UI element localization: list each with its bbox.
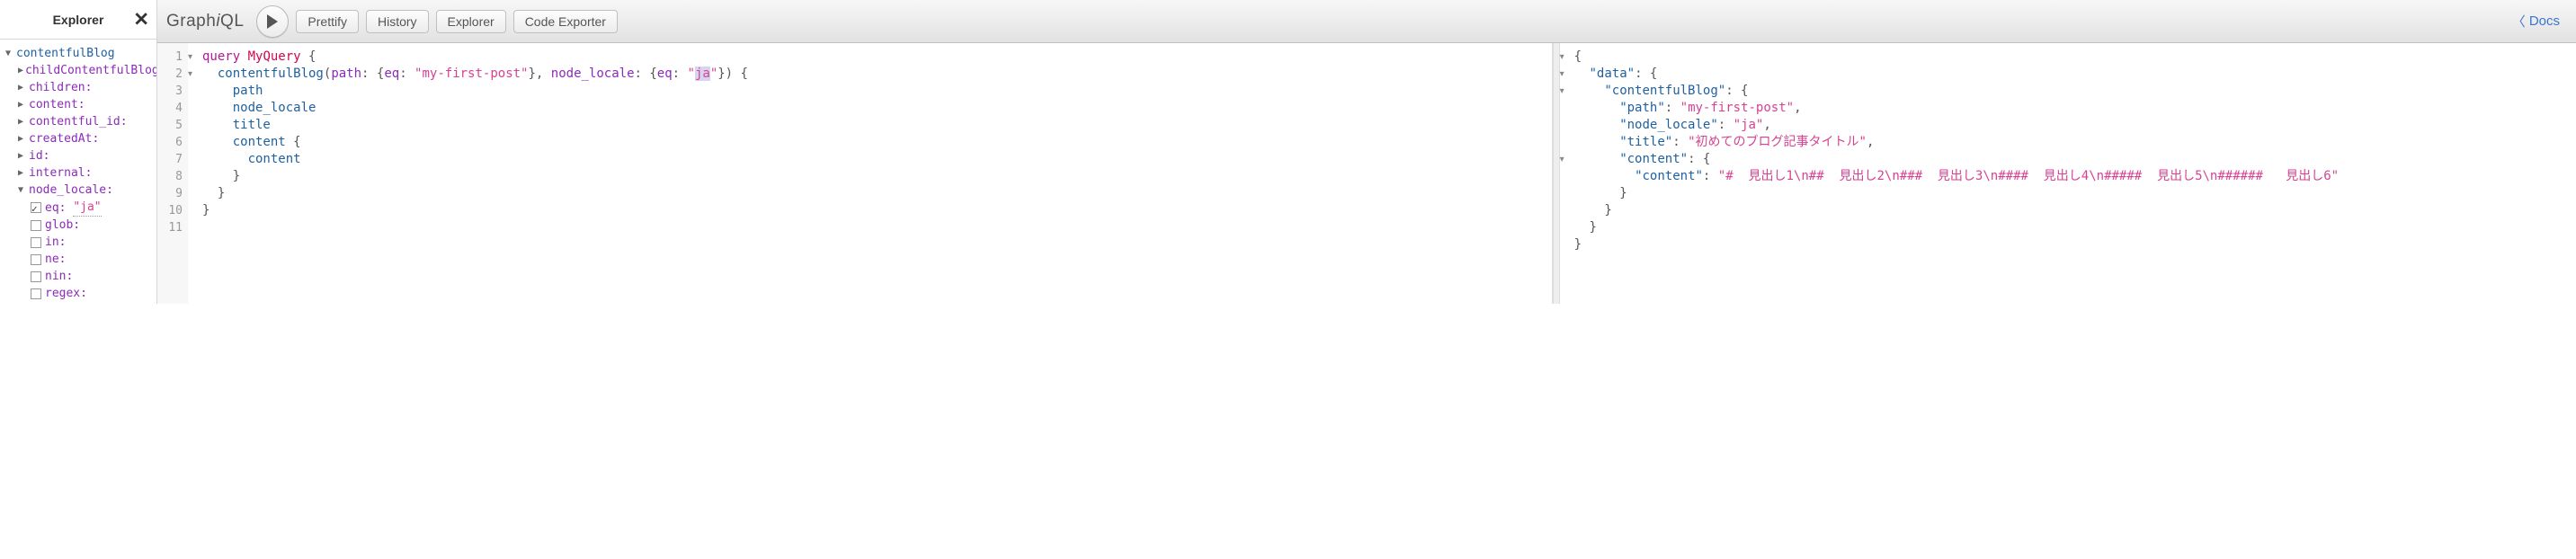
- explorer-panel: Explorer ✕ ▼ contentfulBlog ▶childConten…: [0, 0, 157, 304]
- tree-root[interactable]: ▼ contentfulBlog: [5, 45, 153, 62]
- main-area: GraphiQL Prettify History Explorer Code …: [157, 0, 2576, 304]
- execute-button[interactable]: [256, 5, 289, 38]
- tree-label: eq:: [45, 200, 66, 217]
- tree-label: node_locale: [29, 182, 106, 199]
- fold-marker[interactable]: ▾: [188, 49, 199, 66]
- result-fold-gutter: ▾ ▾ ▾ ▾: [1560, 43, 1571, 304]
- chevron-right-icon: ▶: [18, 147, 27, 164]
- fold-marker[interactable]: ▾: [1560, 66, 1571, 83]
- result-viewer: ▾ ▾ ▾ ▾ { "data": { "contentfulBlog": { …: [1560, 43, 2576, 304]
- chevron-right-icon: ▶: [18, 130, 27, 147]
- chevron-left-icon: 〈: [2512, 12, 2526, 31]
- tree-filter-ne[interactable]: ne:: [5, 251, 153, 268]
- explorer-tree: ▼ contentfulBlog ▶childContentfulBlogCon…: [0, 40, 156, 304]
- query-code[interactable]: query MyQuery { contentfulBlog(path: {eq…: [199, 43, 1552, 304]
- explorer-title: Explorer: [53, 13, 104, 27]
- chevron-down-icon: ▼: [5, 45, 14, 62]
- tree-label: ne:: [45, 251, 66, 268]
- tree-label: regex:: [45, 285, 87, 302]
- chevron-right-icon: ▶: [18, 79, 27, 96]
- fold-marker[interactable]: ▾: [188, 66, 199, 83]
- close-icon[interactable]: ✕: [133, 8, 149, 31]
- tree-field[interactable]: ▶createdAt:: [5, 130, 153, 147]
- tree-field[interactable]: ▶children:: [5, 79, 153, 96]
- history-button[interactable]: History: [366, 10, 429, 33]
- tree-field[interactable]: ▶childContentfulBlogContentTextNode:: [5, 62, 153, 79]
- checkbox-icon[interactable]: [31, 271, 41, 282]
- tree-label: createdAt: [29, 130, 92, 147]
- tree-label: nin:: [45, 268, 73, 285]
- chevron-right-icon: ▶: [18, 96, 27, 113]
- checkbox-icon[interactable]: [31, 220, 41, 231]
- tree-label: childContentfulBlogContentTextNode: [25, 62, 156, 79]
- tree-label: internal: [29, 164, 85, 182]
- toolbar: GraphiQL Prettify History Explorer Code …: [157, 0, 2576, 43]
- tree-value[interactable]: "ja": [73, 199, 101, 217]
- tree-label: contentful_id: [29, 113, 120, 130]
- fold-marker[interactable]: ▾: [1560, 83, 1571, 100]
- checkbox-icon[interactable]: [31, 288, 41, 299]
- line-gutter: 1 2 3 4 5 6 7 8 9 10 11: [157, 43, 188, 304]
- play-icon: [266, 14, 279, 29]
- tree-label: contentfulBlog: [16, 45, 115, 62]
- chevron-right-icon: ▶: [18, 113, 27, 130]
- tree-label: in:: [45, 234, 66, 251]
- prettify-button[interactable]: Prettify: [296, 10, 359, 33]
- tree-label: parent: [29, 302, 71, 304]
- fold-marker[interactable]: ▾: [1560, 151, 1571, 168]
- tree-label: content: [29, 96, 78, 113]
- tree-filter-eq[interactable]: eq: "ja": [5, 199, 153, 217]
- checkbox-icon[interactable]: [31, 237, 41, 248]
- tree-field[interactable]: ▶internal:: [5, 164, 153, 182]
- resize-handle[interactable]: [1553, 43, 1560, 304]
- fold-marker[interactable]: ▾: [1560, 49, 1571, 66]
- graphiql-logo: GraphiQL: [166, 12, 244, 31]
- editor-result-split: 1 2 3 4 5 6 7 8 9 10 11 ▾ ▾ query MyQuer…: [157, 43, 2576, 304]
- docs-toggle[interactable]: 〈 Docs: [2512, 12, 2560, 31]
- tree-field[interactable]: ▶contentful_id:: [5, 113, 153, 130]
- result-code[interactable]: { "data": { "contentfulBlog": { "path": …: [1571, 43, 2576, 304]
- tree-filter-glob[interactable]: glob:: [5, 217, 153, 234]
- tree-filter-in[interactable]: in:: [5, 234, 153, 251]
- explorer-button[interactable]: Explorer: [436, 10, 506, 33]
- tree-label: children: [29, 79, 85, 96]
- tree-field[interactable]: ▶content:: [5, 96, 153, 113]
- docs-label: Docs: [2529, 13, 2560, 29]
- chevron-right-icon: ▶: [18, 62, 23, 79]
- checkbox-icon[interactable]: [31, 202, 41, 213]
- explorer-header: Explorer ✕: [0, 0, 156, 40]
- tree-label: id: [29, 147, 43, 164]
- tree-label: glob:: [45, 217, 80, 234]
- tree-field-node-locale[interactable]: ▼node_locale:: [5, 182, 153, 199]
- tree-filter-nin[interactable]: nin:: [5, 268, 153, 285]
- chevron-down-icon: ▼: [18, 182, 27, 199]
- chevron-right-icon: ▶: [18, 164, 27, 182]
- tree-field[interactable]: ▶id:: [5, 147, 153, 164]
- chevron-right-icon: ▶: [18, 302, 27, 304]
- tree-filter-regex[interactable]: regex:: [5, 285, 153, 302]
- fold-gutter: ▾ ▾: [188, 43, 199, 304]
- checkbox-icon[interactable]: [31, 254, 41, 265]
- code-exporter-button[interactable]: Code Exporter: [513, 10, 618, 33]
- query-editor[interactable]: 1 2 3 4 5 6 7 8 9 10 11 ▾ ▾ query MyQuer…: [157, 43, 1553, 304]
- tree-field[interactable]: ▶parent:: [5, 302, 153, 304]
